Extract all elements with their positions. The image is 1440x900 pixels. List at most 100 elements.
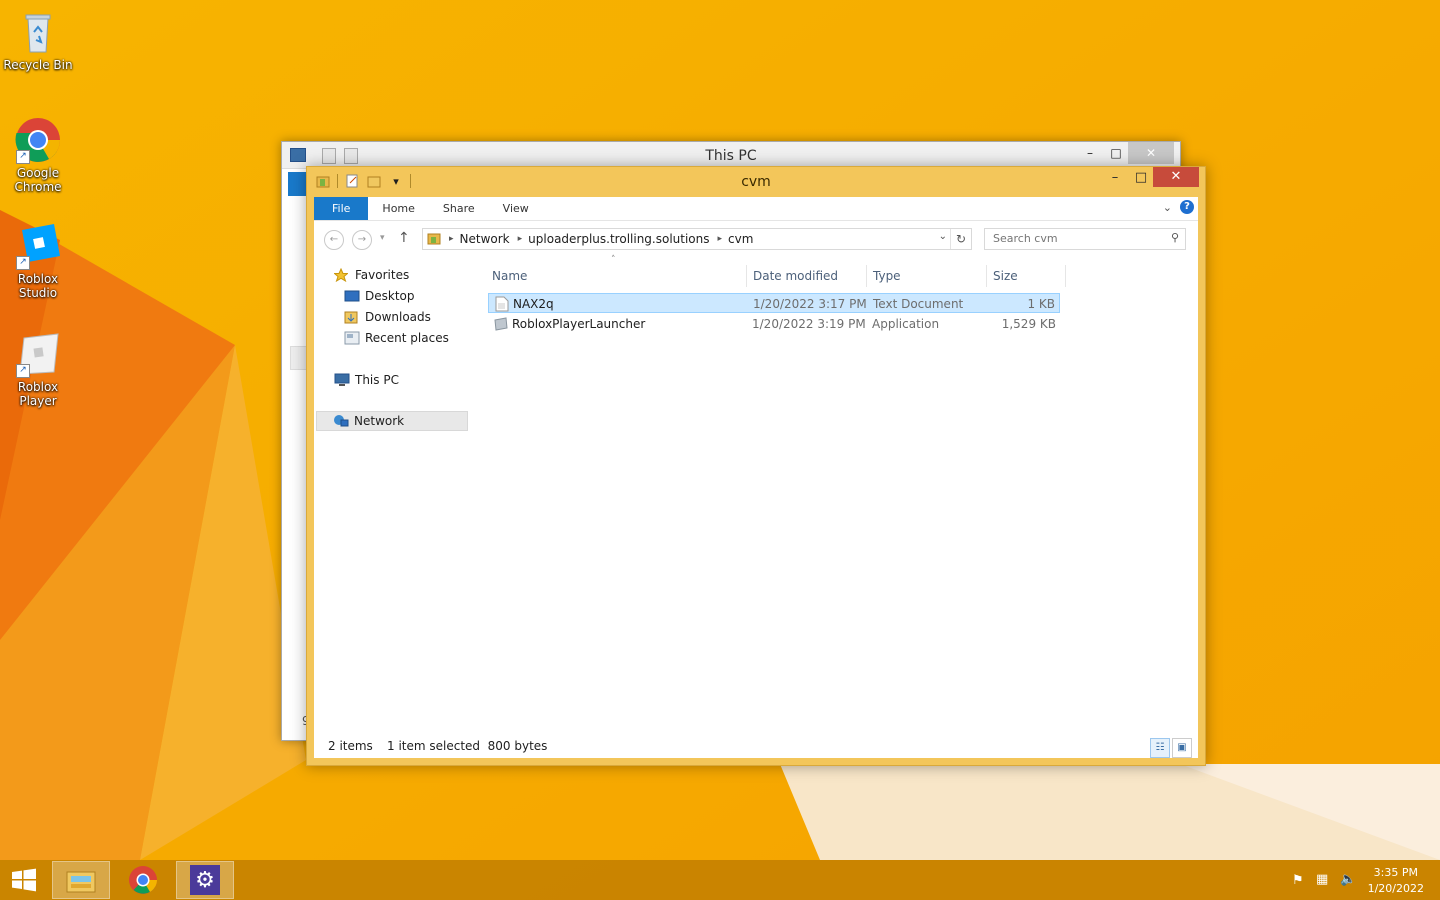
network-icon: [333, 414, 349, 428]
desktop-icon: [344, 289, 360, 303]
column-header-size[interactable]: Size: [993, 269, 1018, 283]
nav-label: This PC: [355, 373, 399, 387]
breadcrumb-separator-icon[interactable]: ▸: [718, 234, 723, 244]
recycle-bin-icon: [25, 14, 51, 53]
navigation-pane: Favorites Desktop Downloads Recent place…: [314, 257, 472, 734]
windows-logo-icon: [12, 868, 36, 892]
nav-downloads[interactable]: Downloads: [344, 307, 431, 327]
text-document-icon: [495, 296, 509, 315]
taskbar-chrome[interactable]: [114, 861, 172, 899]
cvm-titlebar[interactable]: ▾ cvm – □ ✕: [307, 167, 1205, 197]
recent-places-icon: [344, 331, 360, 345]
search-input[interactable]: [985, 229, 1171, 247]
taskbar-file-explorer[interactable]: [52, 861, 110, 899]
file-row[interactable]: RobloxPlayerLauncher 1/20/2022 3:19 PM A…: [488, 314, 1060, 334]
search-box[interactable]: ⚲: [984, 228, 1186, 250]
breadcrumb-server[interactable]: uploaderplus.trolling.solutions: [528, 232, 709, 246]
recent-locations-chevron-icon[interactable]: ▾: [380, 233, 385, 243]
navigation-bar: ← → ▾ ↑ ▸ Network ▸ uploaderplus.trollin…: [314, 221, 1198, 257]
clock-date: 1/20/2022: [1367, 882, 1424, 895]
cvm-window[interactable]: ▾ cvm – □ ✕ File Home Share View ⌄ ? ← →…: [306, 166, 1206, 766]
start-button[interactable]: [0, 861, 48, 899]
close-button[interactable]: ✕: [1128, 142, 1174, 164]
shortcut-arrow-icon: ↗: [16, 256, 30, 270]
nav-label: Downloads: [365, 310, 431, 324]
maximize-button[interactable]: □: [1127, 167, 1155, 189]
forward-button[interactable]: →: [352, 230, 372, 250]
column-header-type[interactable]: Type: [873, 269, 901, 283]
up-arrow-icon[interactable]: ↑: [398, 230, 410, 246]
nav-this-pc[interactable]: This PC: [334, 370, 399, 390]
window-title: cvm: [741, 174, 771, 190]
help-icon[interactable]: ?: [1180, 200, 1194, 214]
desktop-icon-label: Roblox Player: [17, 380, 59, 408]
taskbar-clock[interactable]: 3:35 PM 1/20/2022: [1368, 865, 1424, 897]
column-divider[interactable]: [746, 265, 747, 287]
taskbar: ⚙ ⚑ ▦ 🔈 3:35 PM 1/20/2022: [0, 860, 1440, 900]
column-divider[interactable]: [1065, 265, 1066, 287]
nav-recent-places[interactable]: Recent places: [344, 328, 449, 348]
desktop-icon-roblox-player[interactable]: ↗ Roblox Player: [0, 330, 76, 408]
tab-file[interactable]: File: [314, 197, 369, 220]
nav-label: Favorites: [355, 268, 410, 282]
desktop-icon-label: Google Chrome: [14, 166, 62, 194]
maximize-button[interactable]: □: [1102, 142, 1130, 164]
item-count: 2 items: [328, 739, 373, 753]
volume-muted-icon[interactable]: 🔈: [1340, 872, 1356, 887]
nav-desktop[interactable]: Desktop: [344, 286, 415, 306]
file-tab-fragment: [288, 172, 308, 196]
file-list: ˄ Name Date modified Type Size NAX2q 1/2…: [487, 255, 1198, 734]
breadcrumb-cvm[interactable]: cvm: [728, 232, 753, 246]
tab-view[interactable]: View: [489, 197, 543, 220]
desktop-icon-google-chrome[interactable]: ↗ Google Chrome: [0, 116, 76, 194]
close-button[interactable]: ✕: [1153, 167, 1199, 187]
status-bar: 2 items 1 item selected 800 bytes ☷ ▣: [314, 734, 1198, 758]
nav-label: Desktop: [365, 289, 415, 303]
network-status-icon[interactable]: ▦: [1316, 872, 1328, 887]
address-bar[interactable]: ▸ Network ▸ uploaderplus.trolling.soluti…: [422, 228, 972, 250]
file-row-selected[interactable]: NAX2q 1/20/2022 3:17 PM Text Document 1 …: [488, 293, 1060, 313]
minimize-button[interactable]: –: [1076, 142, 1104, 164]
nav-label: Recent places: [365, 331, 449, 345]
this-pc-titlebar[interactable]: This PC – □ ✕: [282, 142, 1180, 169]
address-dropdown-chevron-icon[interactable]: ⌄: [939, 231, 947, 242]
desktop-icon-recycle-bin[interactable]: Recycle Bin: [0, 8, 76, 72]
shortcut-arrow-icon: ↗: [16, 364, 30, 378]
file-explorer-icon: [66, 871, 96, 893]
search-icon: ⚲: [1170, 231, 1179, 244]
tab-share[interactable]: Share: [429, 197, 489, 220]
file-name: RobloxPlayerLauncher: [512, 317, 646, 331]
computer-icon: [334, 373, 350, 387]
selection-info: 1 item selected 800 bytes: [387, 739, 548, 753]
nav-label: Network: [354, 414, 405, 428]
column-divider[interactable]: [866, 265, 867, 287]
breadcrumb-separator-icon[interactable]: ▸: [449, 234, 454, 244]
clock-time: 3:35 PM: [1373, 866, 1418, 879]
desktop-icon-label: Roblox Studio: [17, 272, 59, 300]
details-view-icon[interactable]: ☷: [1150, 738, 1170, 758]
column-header-date[interactable]: Date modified: [753, 269, 838, 283]
window-title: This PC: [705, 148, 757, 164]
desktop-icon-roblox-studio[interactable]: ↗ Roblox Studio: [0, 222, 76, 300]
desktop-icon-label: Recycle Bin: [3, 58, 73, 72]
breadcrumb-separator-icon[interactable]: ▸: [518, 234, 523, 244]
breadcrumb-network[interactable]: Network: [460, 232, 510, 246]
nav-network[interactable]: Network: [316, 411, 468, 431]
explorer-body: File Home Share View ⌄ ? ← → ▾ ↑ ▸ Netwo…: [314, 197, 1198, 758]
file-type: Text Document: [873, 297, 964, 311]
expand-ribbon-chevron-icon[interactable]: ⌄: [1163, 201, 1172, 214]
file-name: NAX2q: [513, 297, 554, 311]
large-icons-view-icon[interactable]: ▣: [1172, 738, 1192, 758]
taskbar-settings[interactable]: ⚙: [176, 861, 234, 899]
column-header-name[interactable]: Name: [492, 269, 527, 283]
minimize-button[interactable]: –: [1101, 167, 1129, 189]
refresh-icon[interactable]: ↻: [950, 229, 971, 249]
star-icon: [333, 267, 350, 283]
file-type: Application: [872, 317, 940, 331]
column-divider[interactable]: [986, 265, 987, 287]
tab-home[interactable]: Home: [368, 197, 428, 220]
action-center-flag-icon[interactable]: ⚑: [1292, 873, 1304, 888]
back-button[interactable]: ←: [324, 230, 344, 250]
network-folder-icon: [427, 231, 441, 248]
nav-favorites[interactable]: Favorites: [333, 265, 410, 285]
